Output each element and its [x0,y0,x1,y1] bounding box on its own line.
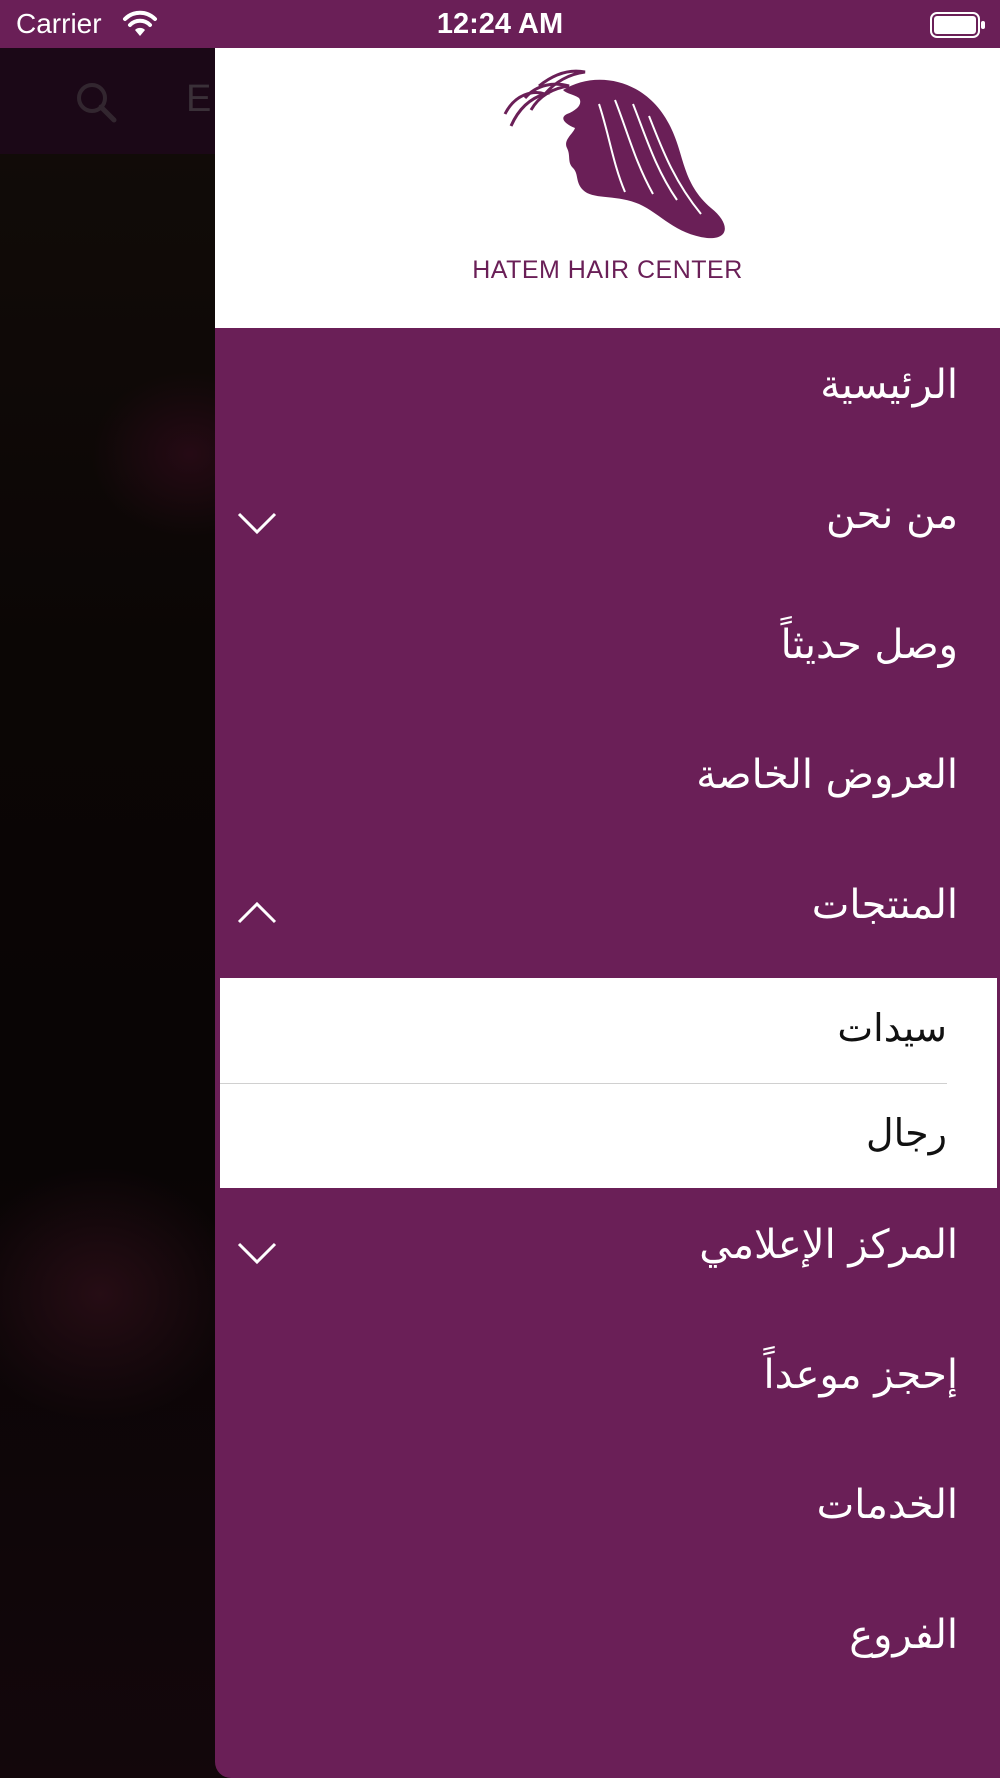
menu-item-services[interactable]: الخدمات [215,1448,1000,1578]
submenu-item-label: رجال [865,1111,947,1155]
submenu-item-women[interactable]: سيدات [220,978,997,1083]
menu-item-label: الفروع [849,1612,958,1658]
chevron-up-icon[interactable] [235,892,279,932]
status-bar: Carrier 12:24 AM [0,0,1000,48]
drawer-menu: الرئيسية من نحن وصل حديثاً العروض الخاصة… [215,328,1000,1708]
drawer-header: HATEM HAIR CENTER [215,48,1000,328]
menu-item-media-center[interactable]: المركز الإعلامي [215,1188,1000,1318]
menu-item-label: إحجز موعداً [763,1352,958,1398]
products-submenu: سيدات رجال [220,978,997,1188]
menu-item-new-arrivals[interactable]: وصل حديثاً [215,588,1000,718]
menu-item-about[interactable]: من نحن [215,458,1000,588]
menu-item-label: من نحن [826,492,958,538]
menu-item-branches[interactable]: الفروع [215,1578,1000,1708]
hatem-hair-logo [503,69,725,239]
menu-item-label: العروض الخاصة [696,752,958,798]
clock: 12:24 AM [436,8,564,40]
menu-item-book-appointment[interactable]: إحجز موعداً [215,1318,1000,1448]
menu-item-label: المنتجات [811,882,958,928]
menu-item-label: المركز الإعلامي [699,1222,958,1268]
divider [220,1083,947,1084]
menu-item-products[interactable]: المنتجات [215,848,1000,978]
submenu-item-men[interactable]: رجال [220,1083,997,1188]
chevron-down-icon[interactable] [235,1232,279,1272]
submenu-item-label: سيدات [837,1006,947,1050]
menu-item-home[interactable]: الرئيسية [215,328,1000,458]
side-drawer: HATEM HAIR CENTER الرئيسية من نحن وصل حد… [215,48,1000,1778]
logo-text: HATEM HAIR CENTER [472,256,743,284]
battery-icon [930,12,985,38]
menu-item-label: الخدمات [816,1482,958,1528]
chevron-down-icon[interactable] [235,502,279,542]
menu-item-label: وصل حديثاً [780,622,958,668]
menu-item-special-offers[interactable]: العروض الخاصة [215,718,1000,848]
menu-item-label: الرئيسية [820,362,958,408]
